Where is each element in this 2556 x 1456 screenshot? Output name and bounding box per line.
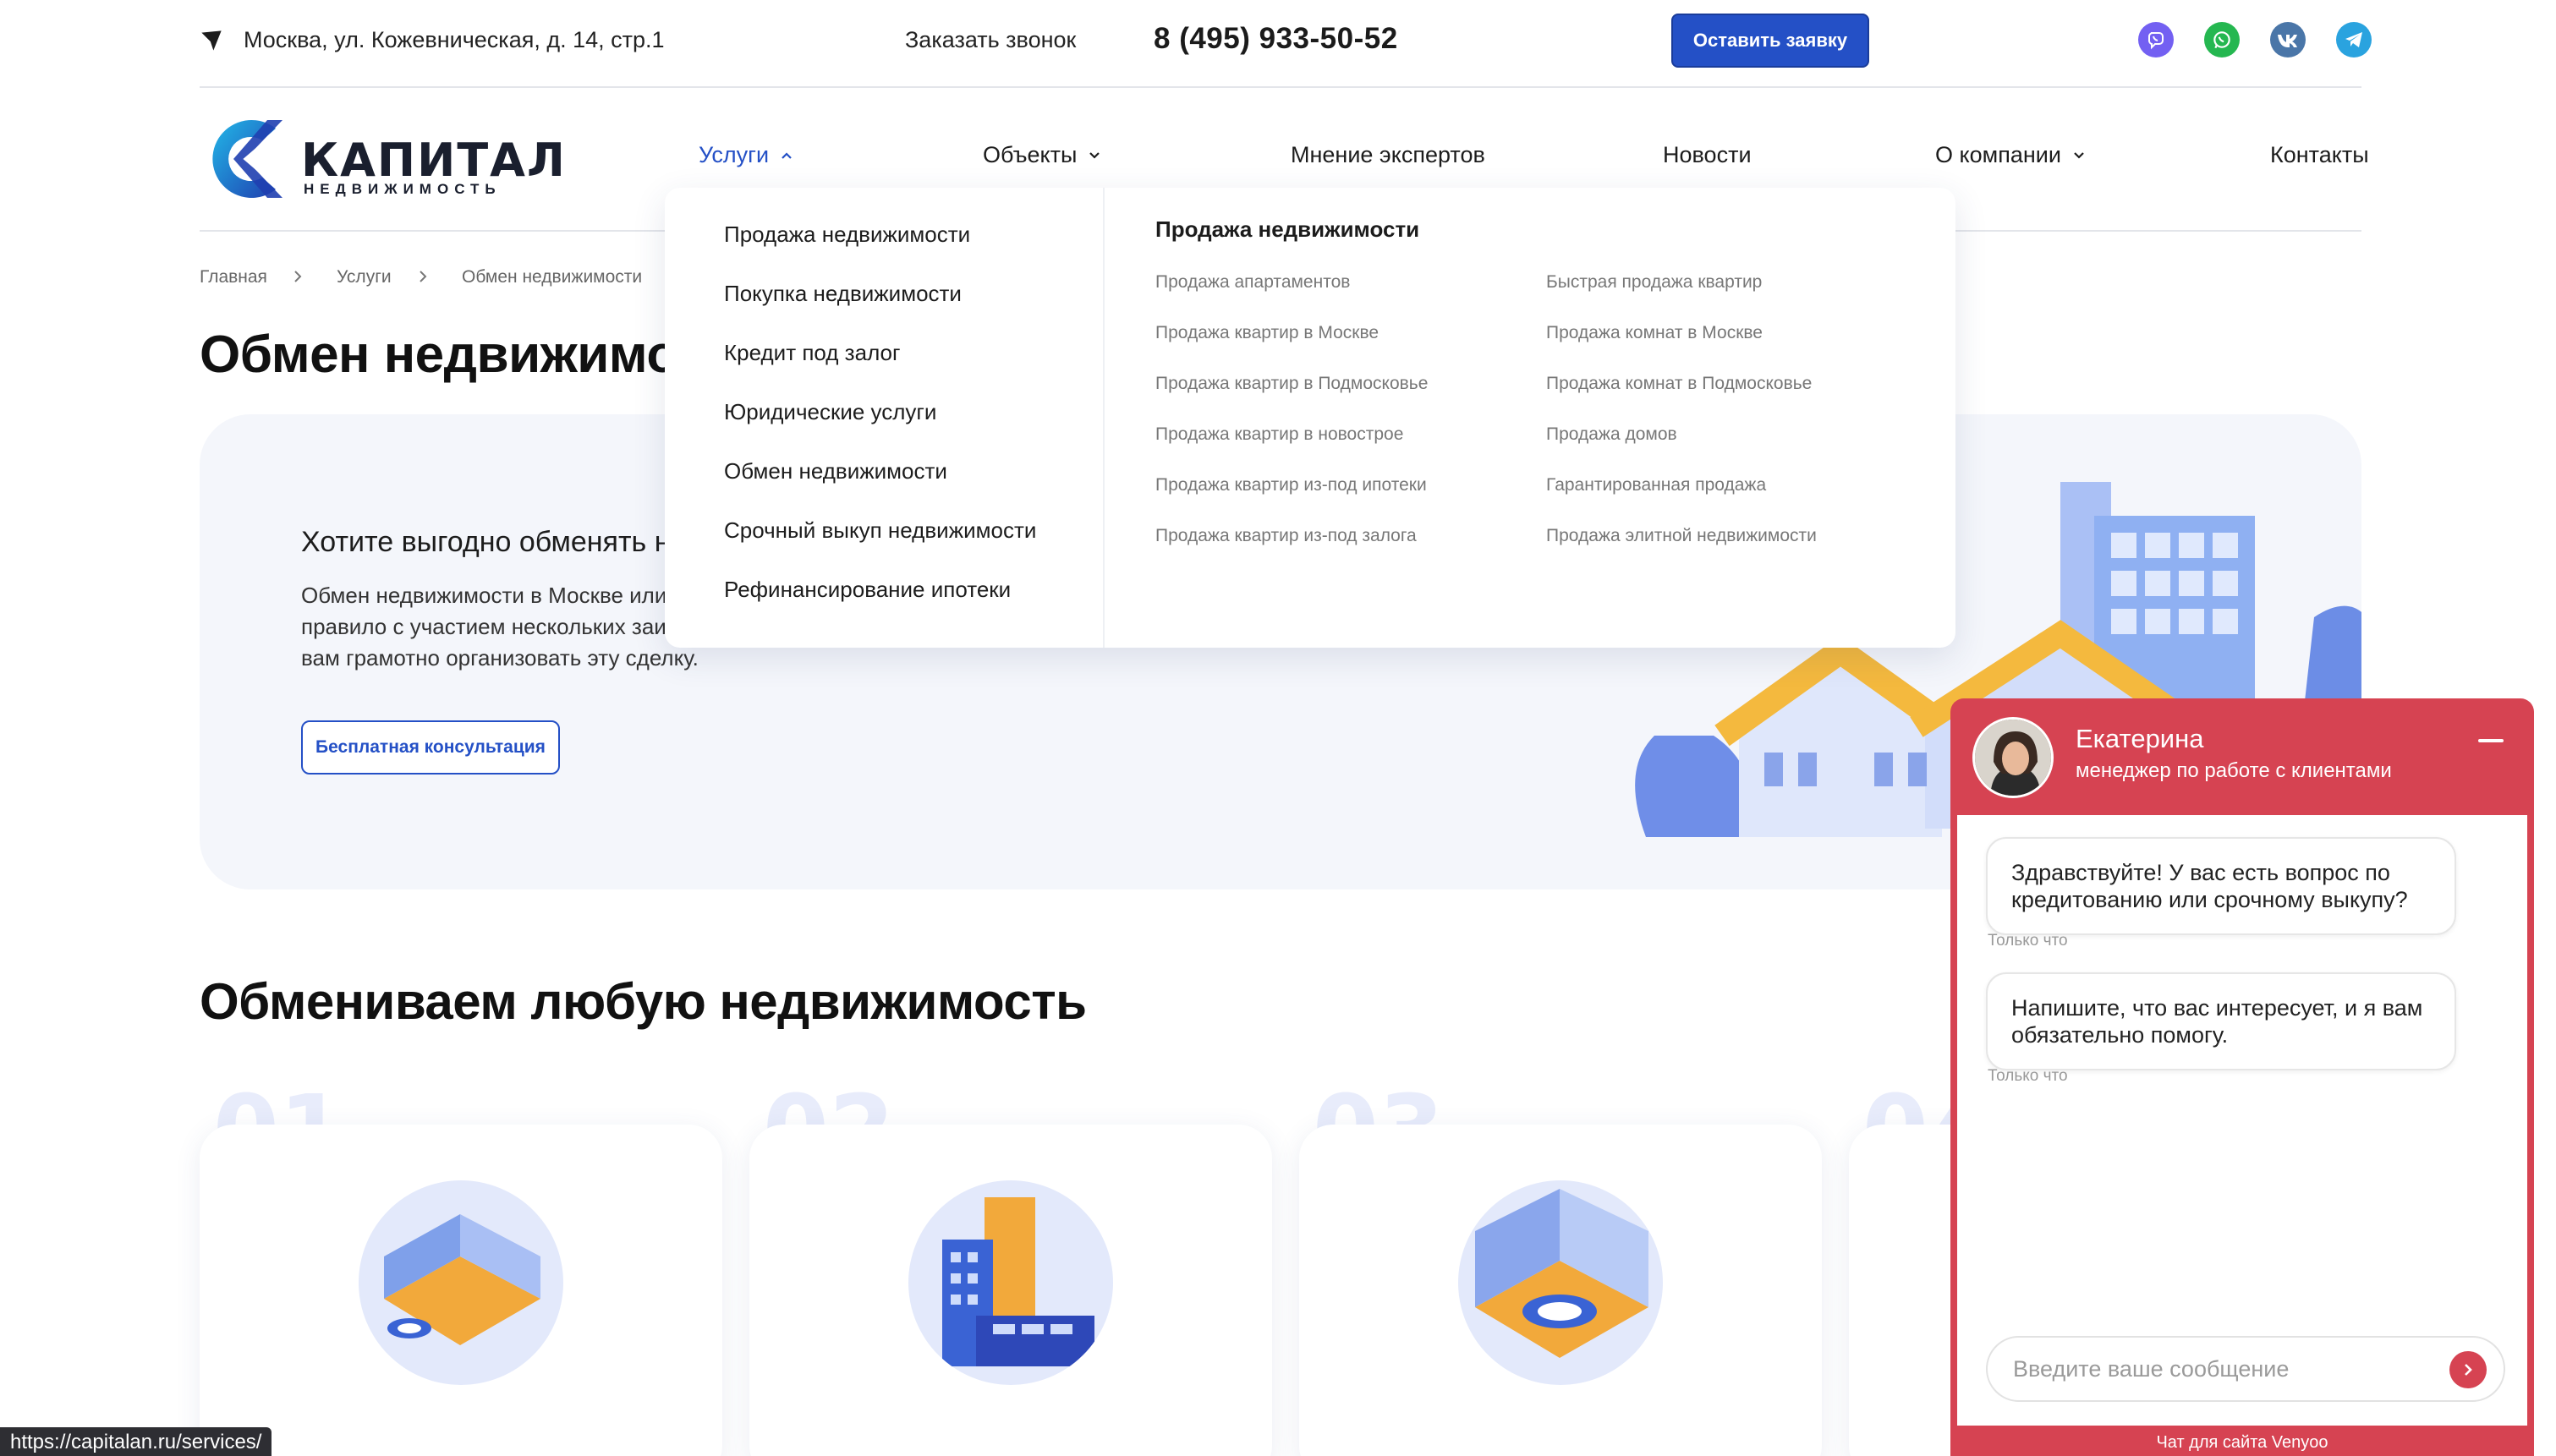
breadcrumb-chevron-icon	[420, 271, 427, 282]
dropdown-subitem[interactable]: Продажа элитной недвижимости	[1546, 526, 1817, 546]
hero-text-line: Обмен недвижимости в Москве или	[301, 583, 667, 608]
nav-about[interactable]: О компании	[1935, 142, 2085, 168]
breadcrumb-chevron-icon	[294, 271, 302, 282]
building-illustration	[908, 1180, 1113, 1385]
dropdown-subitem[interactable]: Продажа квартир в Москве	[1155, 323, 1379, 343]
breadcrumb-current: Обмен недвижимости	[462, 267, 643, 287]
dropdown-subitem[interactable]: Продажа апартаментов	[1155, 272, 1350, 293]
hero-heading: Хотите выгодно обменять н	[301, 526, 671, 558]
dropdown-subitem[interactable]: Продажа домов	[1546, 424, 1677, 445]
dropdown-subitem[interactable]: Продажа квартир в новострое	[1155, 424, 1403, 445]
nav-objects-label: Объекты	[983, 142, 1078, 167]
page-title: Обмен недвижимос	[200, 326, 706, 384]
chat-agent-role: менеджер по работе с клиентами	[2076, 759, 2392, 782]
dropdown-subitem[interactable]: Продажа квартир из-под залога	[1155, 526, 1417, 546]
telegram-icon[interactable]	[2336, 22, 2372, 57]
address-text: Москва, ул. Кожевническая, д. 14, стр.1	[244, 27, 665, 52]
services-dropdown: Продажа недвижимости Покупка недвижимост…	[665, 188, 1955, 648]
chevron-down-icon	[1089, 151, 1100, 159]
hero-text-line: вам грамотно организовать эту сделку.	[301, 645, 699, 671]
nav-news[interactable]: Новости	[1663, 142, 1752, 168]
status-bar-url: https://capitalan.ru/services/	[0, 1427, 272, 1456]
chat-input-placeholder: Введите ваше сообщение	[2013, 1356, 2290, 1382]
chat-message: Напишите, что вас интересует, и я вам об…	[1986, 972, 2456, 1070]
chevron-right-icon	[2465, 1364, 2472, 1376]
logo-mark-icon	[212, 120, 282, 198]
chat-message-time: Только что	[1988, 932, 2068, 950]
nav-contacts-label: Контакты	[2270, 142, 2369, 167]
nav-about-label: О компании	[1935, 142, 2061, 167]
room-illustration	[1458, 1180, 1663, 1385]
callback-link[interactable]: Заказать звонок	[905, 27, 1076, 53]
dropdown-item[interactable]: Юридические услуги	[724, 399, 936, 425]
dropdown-submenu-heading[interactable]: Продажа недвижимости	[1155, 216, 1419, 243]
logo-subtitle: НЕДВИЖИМОСТЬ	[304, 181, 502, 197]
breadcrumb-home[interactable]: Главная	[200, 267, 267, 287]
chevron-up-icon	[782, 151, 792, 159]
phone-number[interactable]: 8 (495) 933-50-52	[1154, 22, 1398, 56]
breadcrumb-services[interactable]: Услуги	[337, 267, 392, 287]
company-logo[interactable]: КАПИТАЛ НЕДВИЖИМОСТЬ	[200, 115, 565, 203]
viber-icon[interactable]	[2138, 22, 2174, 57]
nav-experts[interactable]: Мнение экспертов	[1291, 142, 1485, 168]
chat-message: Здравствуйте! У вас есть вопрос по креди…	[1986, 837, 2456, 935]
location-arrow-icon	[201, 30, 222, 51]
whatsapp-icon[interactable]	[2204, 22, 2240, 57]
free-consultation-button[interactable]: Бесплатная консультация	[301, 720, 560, 775]
section-title: Обмениваем любую недвижимость	[200, 973, 1087, 1030]
hero-text: Обмен недвижимости в Москве или правило …	[301, 580, 716, 674]
nav-objects[interactable]: Объекты	[983, 142, 1100, 168]
logo-title: КАПИТАЛ	[301, 134, 567, 187]
apply-button[interactable]: Оставить заявку	[1671, 14, 1869, 68]
dropdown-item[interactable]: Рефинансирование ипотеки	[724, 577, 1011, 603]
dropdown-subitem[interactable]: Продажа квартир в Подмосковье	[1155, 374, 1428, 394]
nav-experts-label: Мнение экспертов	[1291, 142, 1485, 167]
nav-news-label: Новости	[1663, 142, 1752, 167]
dropdown-subitem[interactable]: Быстрая продажа квартир	[1546, 272, 1762, 293]
top-bar: Москва, ул. Кожевническая, д. 14, стр.1 …	[200, 0, 2372, 88]
chat-footer[interactable]: Чат для сайта Venyoo	[1950, 1429, 2534, 1456]
dropdown-item[interactable]: Срочный выкуп недвижимости	[724, 517, 1036, 544]
chat-agent-name: Екатерина	[2076, 724, 2204, 753]
dropdown-item[interactable]: Продажа недвижимости	[724, 222, 970, 248]
apartment-illustration	[359, 1180, 563, 1385]
nav-services[interactable]: Услуги	[699, 142, 793, 168]
nav-contacts[interactable]: Контакты	[2270, 142, 2369, 168]
vk-icon[interactable]	[2270, 22, 2306, 57]
dropdown-item[interactable]: Кредит под залог	[724, 340, 900, 366]
dropdown-subitem[interactable]: Продажа квартир из-под ипотеки	[1155, 475, 1427, 495]
avatar	[1972, 717, 2054, 798]
dropdown-subitem[interactable]: Продажа комнат в Москве	[1546, 323, 1763, 343]
chat-message-time: Только что	[1988, 1067, 2068, 1085]
dropdown-item[interactable]: Обмен недвижимости	[724, 458, 947, 484]
nav-services-label: Услуги	[699, 142, 770, 167]
dropdown-subitem[interactable]: Продажа комнат в Подмосковье	[1546, 374, 1812, 394]
dropdown-subitem[interactable]: Гарантированная продажа	[1546, 475, 1766, 495]
hero-text-line: правило с участием нескольких заи	[301, 614, 666, 639]
dropdown-item[interactable]: Покупка недвижимости	[724, 281, 962, 307]
chevron-down-icon	[2074, 151, 2084, 159]
send-button[interactable]	[2449, 1351, 2487, 1388]
minimize-icon[interactable]	[2478, 739, 2504, 742]
